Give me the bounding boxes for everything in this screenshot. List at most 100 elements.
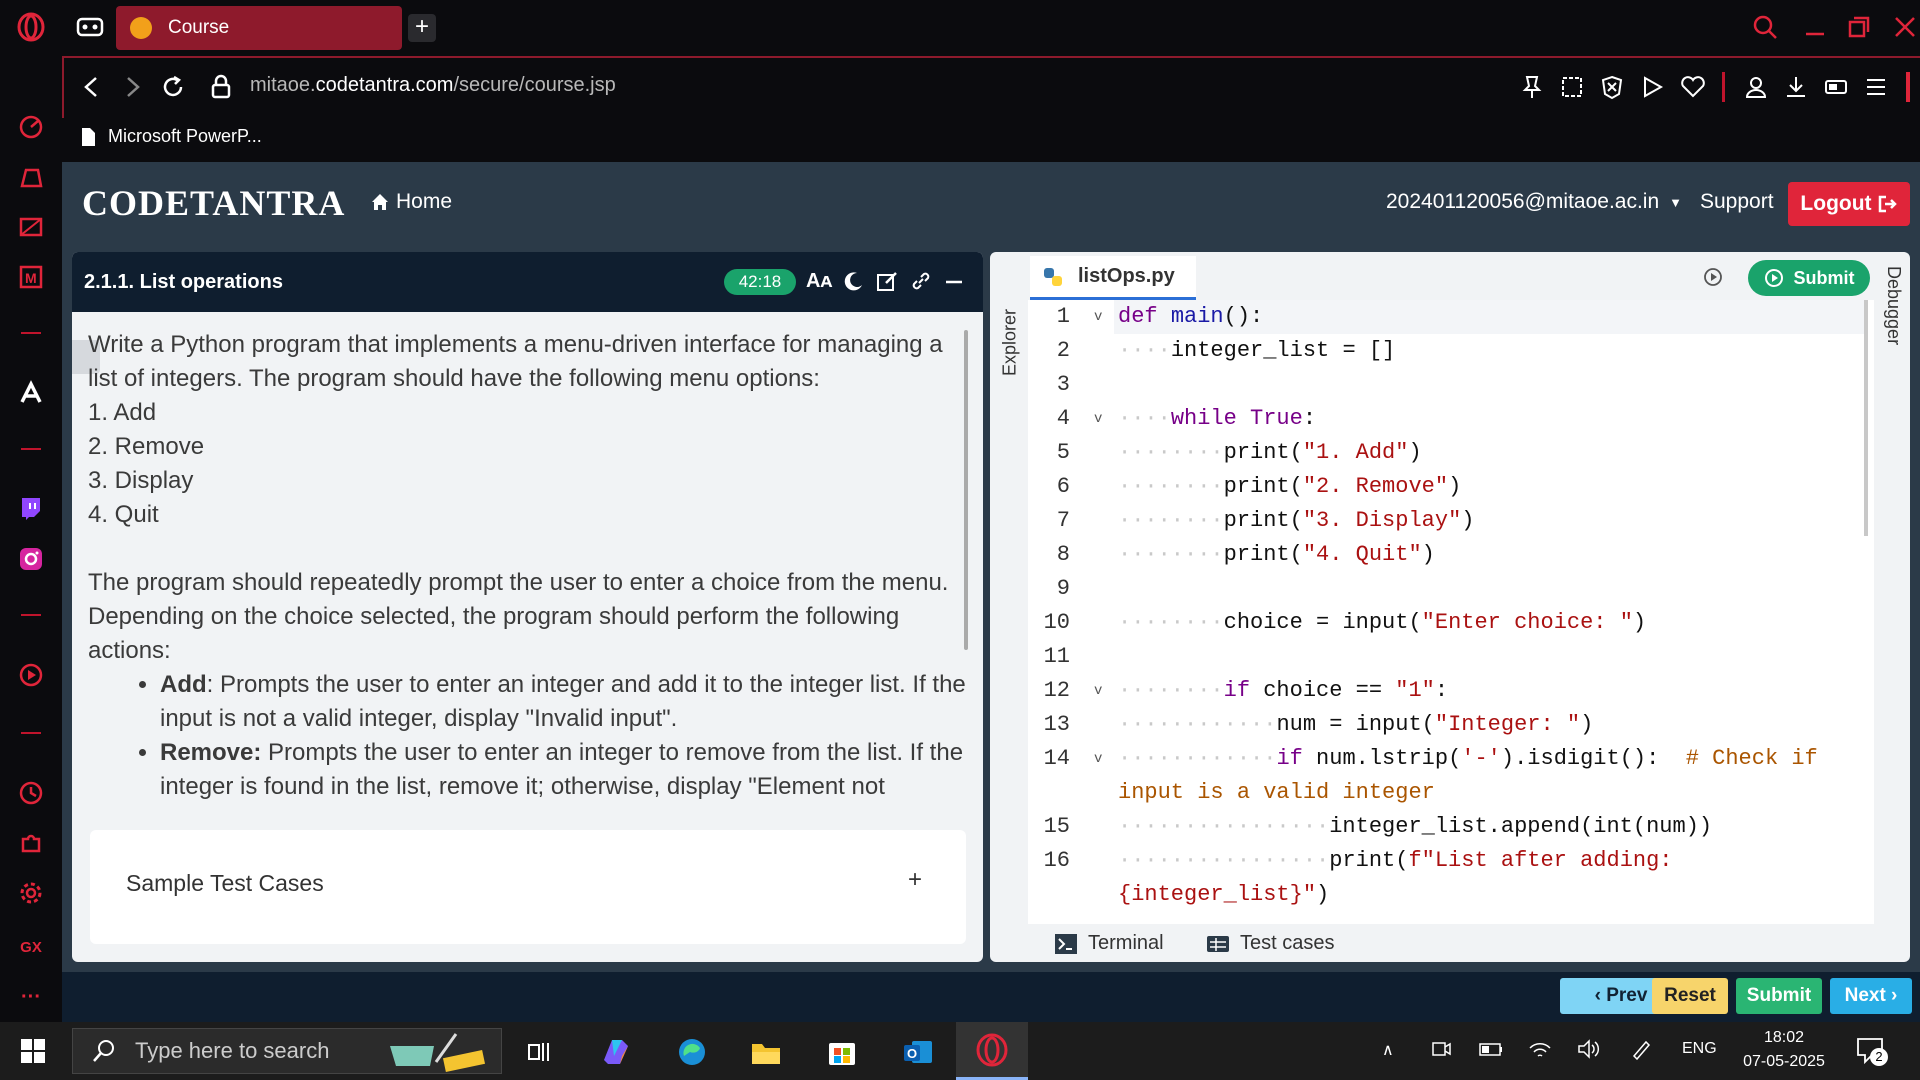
- sidebar-separator: [21, 332, 41, 334]
- description-actions: The program should repeatedly prompt the…: [88, 569, 949, 664]
- line-number: 9: [1056, 576, 1070, 601]
- fold-icon[interactable]: v: [1094, 402, 1102, 436]
- fold-icon[interactable]: v: [1094, 300, 1102, 334]
- terminal-tab[interactable]: Terminal: [1054, 932, 1164, 955]
- download-icon[interactable]: [1784, 74, 1808, 100]
- back-icon[interactable]: [80, 74, 104, 100]
- history-icon[interactable]: [12, 774, 50, 812]
- meet-now-icon[interactable]: [1430, 1038, 1452, 1060]
- play-icon[interactable]: [1640, 74, 1664, 100]
- editor-scrollbar[interactable]: [1864, 300, 1868, 536]
- heart-icon[interactable]: [1680, 74, 1706, 100]
- sidebar-separator: [21, 732, 41, 734]
- reset-button[interactable]: Reset: [1652, 978, 1728, 1014]
- sidebar-toggle[interactable]: [1906, 72, 1910, 102]
- run-icon[interactable]: [1702, 266, 1724, 288]
- problem-header: 2.1.1. List operations 42:18 Aᴀ: [72, 252, 983, 312]
- aria-icon[interactable]: [12, 158, 50, 196]
- microsoft-store-icon[interactable]: [820, 1030, 864, 1074]
- fold-icon[interactable]: v: [1094, 742, 1102, 776]
- instagram-icon[interactable]: [12, 540, 50, 578]
- code-line: ····while True:: [1118, 406, 1317, 431]
- snapshot-icon[interactable]: [1560, 74, 1584, 100]
- file-tab-listops[interactable]: listOps.py: [1030, 256, 1196, 300]
- code-editor[interactable]: 1 v def main(): 2 ····integer_list = [] 3 4…: [1028, 300, 1874, 924]
- reload-icon[interactable]: [160, 74, 186, 100]
- logout-button[interactable]: Logout: [1788, 182, 1910, 226]
- battery-icon[interactable]: [1478, 1038, 1504, 1060]
- wifi-icon[interactable]: [1528, 1038, 1552, 1060]
- speed-dial-icon[interactable]: [12, 108, 50, 146]
- search-tabs-icon[interactable]: [1752, 14, 1778, 40]
- language-indicator[interactable]: ENG: [1682, 1040, 1717, 1058]
- restore-icon[interactable]: [1846, 14, 1872, 40]
- aria-ai-icon[interactable]: [12, 374, 50, 412]
- easy-setup-icon[interactable]: [1864, 74, 1888, 100]
- support-link[interactable]: Support: [1700, 190, 1774, 214]
- description-scrollbar[interactable]: [964, 330, 968, 650]
- bookmark-powerpoint[interactable]: Microsoft PowerP...: [80, 126, 262, 147]
- gx-icon[interactable]: GX: [12, 928, 50, 966]
- url-prefix: mitaoe.: [250, 74, 316, 96]
- windows-start-icon[interactable]: [20, 1038, 46, 1064]
- sample-test-cases-card[interactable]: Sample Test Cases +: [90, 830, 966, 944]
- debugger-toggle[interactable]: Debugger: [1880, 266, 1904, 386]
- user-menu[interactable]: 202401120056@mitaoe.ac.in ▼: [1386, 190, 1682, 214]
- new-tab-button[interactable]: +: [408, 14, 436, 42]
- workspace-icon[interactable]: [76, 14, 104, 40]
- battery-saver-icon[interactable]: [1824, 74, 1850, 100]
- messenger-icon[interactable]: M: [12, 258, 50, 296]
- taskbar-opera-active[interactable]: [956, 1022, 1028, 1080]
- line-number: 8: [1056, 542, 1070, 567]
- expand-icon[interactable]: +: [908, 866, 922, 894]
- adblock-icon[interactable]: [1600, 74, 1624, 100]
- volume-icon[interactable]: [1576, 1038, 1600, 1060]
- test-cases-tab[interactable]: Test cases: [1206, 932, 1334, 955]
- code-line: ········print("2. Remove"): [1118, 474, 1462, 499]
- clock[interactable]: 18:02 07-05-2025: [1734, 1026, 1834, 1074]
- lock-icon[interactable]: [210, 74, 232, 100]
- extensions-icon[interactable]: [12, 824, 50, 862]
- opera-menu-icon[interactable]: [12, 8, 50, 46]
- copilot-icon[interactable]: [594, 1030, 638, 1074]
- notification-icon[interactable]: 2: [1856, 1036, 1888, 1066]
- show-hidden-icons[interactable]: ∧: [1382, 1040, 1394, 1060]
- explorer-toggle[interactable]: Explorer: [998, 266, 1022, 376]
- url-field[interactable]: mitaoe.codetantra.com/secure/course.jsp: [250, 74, 616, 97]
- codetantra-logo[interactable]: CODETANTRA: [82, 182, 345, 224]
- sidebar-separator: [21, 614, 41, 616]
- next-button[interactable]: Next ›: [1830, 978, 1912, 1014]
- explorer-label: Explorer: [999, 308, 1020, 376]
- crypto-wallet-icon[interactable]: [12, 208, 50, 246]
- tab-course[interactable]: Course: [116, 6, 402, 50]
- close-window-icon[interactable]: [1892, 14, 1918, 40]
- svg-text:O: O: [907, 1046, 917, 1061]
- player-icon[interactable]: [12, 656, 50, 694]
- font-size-icon[interactable]: Aᴀ: [806, 270, 832, 293]
- file-icon: [82, 127, 95, 146]
- outlook-icon[interactable]: O: [896, 1030, 940, 1074]
- dark-mode-icon[interactable]: [842, 270, 864, 292]
- more-icon[interactable]: ···: [12, 978, 50, 1016]
- pin-icon[interactable]: [1520, 74, 1544, 100]
- file-explorer-icon[interactable]: [744, 1030, 788, 1074]
- bullet-remove-text: Prompts the user to enter an integer to …: [160, 739, 964, 800]
- edge-icon[interactable]: [670, 1030, 714, 1074]
- python-icon: [1044, 267, 1062, 286]
- home-link[interactable]: Home: [370, 190, 452, 214]
- settings-icon[interactable]: [12, 874, 50, 912]
- toolbar-separator: [1722, 72, 1725, 102]
- fold-icon[interactable]: v: [1094, 674, 1102, 708]
- minimize-icon[interactable]: [1802, 14, 1828, 40]
- edit-icon[interactable]: [876, 270, 898, 292]
- submit-button[interactable]: Submit: [1736, 978, 1822, 1014]
- link-icon[interactable]: [910, 270, 932, 292]
- bullet-add-text: : Prompts the user to enter an integer a…: [160, 671, 966, 732]
- forward-icon[interactable]: [120, 74, 144, 100]
- minimize-panel-icon[interactable]: [944, 270, 964, 292]
- editor-submit-button[interactable]: Submit: [1748, 260, 1870, 296]
- pen-icon[interactable]: [1630, 1038, 1652, 1060]
- twitch-icon[interactable]: [12, 490, 50, 528]
- profile-icon[interactable]: [1744, 74, 1768, 100]
- task-view-icon[interactable]: [518, 1030, 562, 1074]
